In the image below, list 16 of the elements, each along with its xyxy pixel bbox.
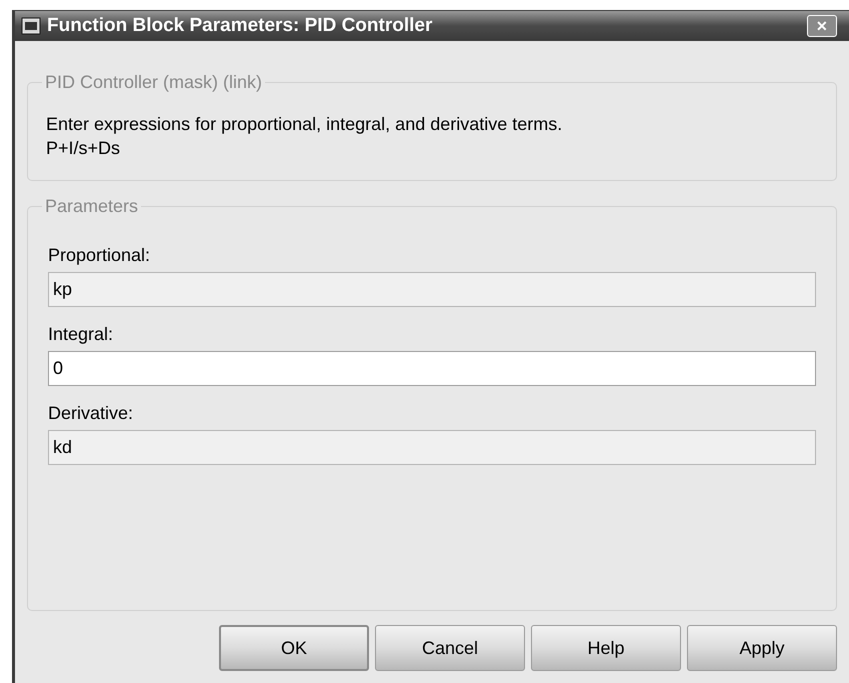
field-label: Integral: — [48, 323, 114, 346]
input-field[interactable]: kd — [48, 430, 816, 465]
dialog-button[interactable]: OK — [219, 625, 369, 671]
dialog-button[interactable]: Apply — [687, 625, 837, 671]
input-field[interactable]: 0 — [48, 351, 816, 386]
input-field[interactable]: kp — [48, 272, 816, 307]
group-legend: PID Controller (mask) (link) — [42, 69, 266, 96]
field-label: Proportional: — [48, 244, 152, 267]
dialog-button[interactable]: Help — [531, 625, 681, 671]
dialog-button[interactable]: Cancel — [375, 625, 525, 671]
field-label: Derivative: — [48, 402, 134, 425]
description-text: Enter expressions for proportional, integral, and derivative terms. — [46, 113, 564, 136]
window-icon — [21, 17, 41, 35]
group-legend: Parameters — [42, 193, 142, 220]
description-text: P+I/s+Ds — [46, 137, 122, 160]
window-title: Function Block Parameters: PID Controller — [47, 14, 434, 38]
